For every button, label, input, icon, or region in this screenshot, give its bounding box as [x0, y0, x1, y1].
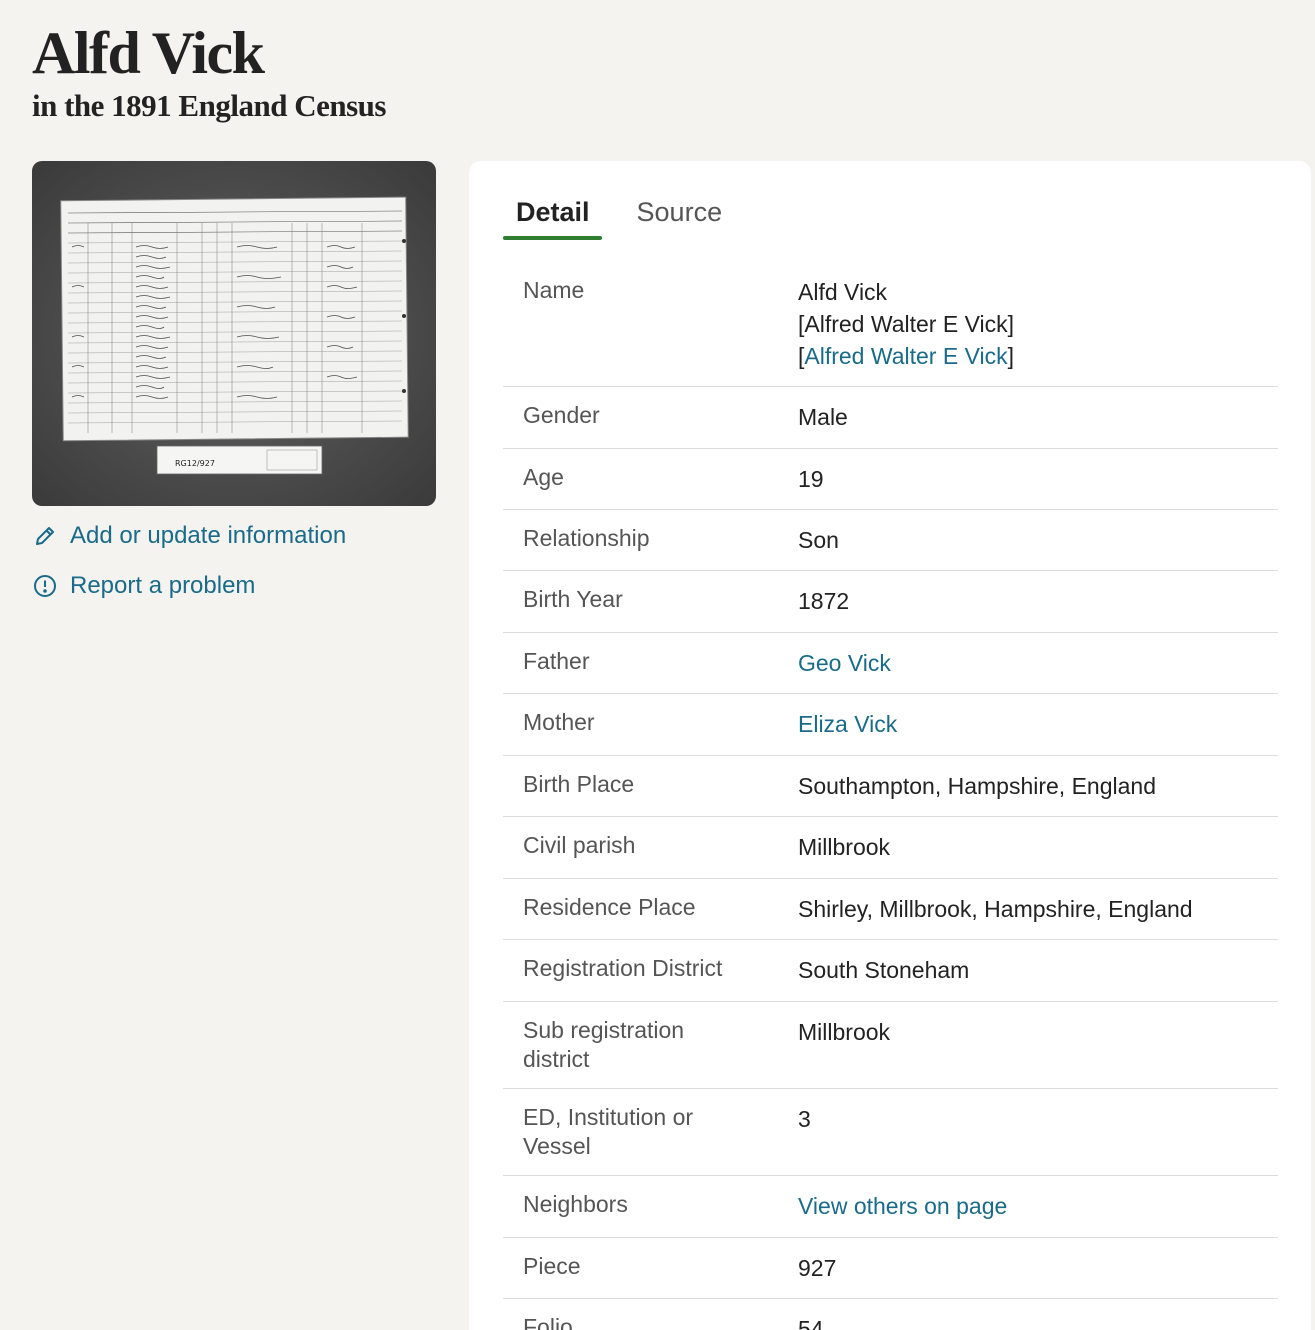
census-page-thumbnail: RG12/927	[60, 196, 409, 475]
detail-value: Eliza Vick	[798, 708, 1278, 755]
detail-label: Gender	[523, 402, 600, 428]
detail-row-age: Age 19	[503, 449, 1278, 510]
detail-row-neighbors: Neighbors View others on page	[503, 1176, 1278, 1238]
detail-value: 54	[798, 1316, 824, 1330]
detail-value: Alfd Vick [Alfred Walter E Vick] [Alfred…	[798, 276, 1278, 386]
detail-list: Name Alfd Vick [Alfred Walter E Vick] [A…	[503, 262, 1278, 1330]
detail-value: Male	[798, 404, 848, 430]
detail-value: Geo Vick	[798, 647, 1278, 693]
detail-row-piece: Piece 927	[503, 1238, 1278, 1299]
add-update-information-link[interactable]: Add or update information	[32, 522, 346, 550]
detail-row-relationship: Relationship Son	[503, 510, 1278, 571]
report-problem-label: Report a problem	[70, 572, 256, 599]
pencil-icon	[32, 523, 58, 549]
detail-label: Neighbors	[523, 1191, 628, 1217]
alert-circle-icon	[32, 573, 58, 599]
detail-label: Piece	[523, 1253, 581, 1279]
detail-row-sub-registration-district: Sub registration district Millbrook	[503, 1002, 1278, 1089]
detail-value: Millbrook	[798, 834, 891, 860]
page-title: Alfd Vick	[32, 20, 265, 86]
detail-row-mother: Mother Eliza Vick	[503, 694, 1278, 756]
alternate-name-link[interactable]: Alfred Walter E Vick	[804, 343, 1007, 369]
detail-row-name: Name Alfd Vick [Alfred Walter E Vick] [A…	[503, 262, 1278, 387]
record-tabs: Detail Source	[503, 197, 734, 240]
page-subtitle: in the 1891 England Census	[32, 88, 386, 123]
detail-label: Age	[523, 464, 564, 490]
name-alternate: [Alfred Walter E Vick]	[798, 311, 1015, 337]
detail-row-birth-year: Birth Year 1872	[503, 571, 1278, 633]
father-link[interactable]: Geo Vick	[798, 650, 891, 676]
detail-row-ed-institution: ED, Institution or Vessel 3	[503, 1089, 1278, 1176]
detail-label: Father	[523, 648, 590, 674]
detail-value: View others on page	[798, 1190, 1278, 1237]
detail-label: ED, Institution or Vessel	[523, 1104, 694, 1159]
detail-row-residence-place: Residence Place Shirley, Millbrook, Hamp…	[503, 879, 1278, 940]
detail-row-civil-parish: Civil parish Millbrook	[503, 817, 1278, 879]
detail-row-registration-district: Registration District South Stoneham	[503, 940, 1278, 1002]
detail-label: Name	[523, 277, 585, 303]
detail-value: South Stoneham	[798, 957, 970, 983]
detail-label: Birth Place	[523, 771, 635, 797]
reference-label: RG12/927	[175, 459, 215, 468]
bracket-close: ]	[1007, 343, 1015, 369]
add-update-information-label: Add or update information	[70, 522, 347, 549]
detail-value: Shirley, Millbrook, Hampshire, England	[798, 896, 1193, 922]
mother-link[interactable]: Eliza Vick	[798, 711, 897, 737]
detail-label: Sub registration district	[523, 1017, 685, 1072]
detail-label: Residence Place	[523, 894, 696, 920]
detail-value: Southampton, Hampshire, England	[798, 773, 1156, 799]
detail-label: Civil parish	[523, 832, 636, 858]
detail-value: 19	[798, 466, 824, 492]
detail-row-father: Father Geo Vick	[503, 633, 1278, 694]
name-alternate-linked: [Alfred Walter E Vick]	[798, 340, 1278, 372]
detail-label: Mother	[523, 709, 595, 735]
record-details-card: Detail Source Name Alfd Vick [Alfred Wal…	[469, 161, 1311, 1330]
detail-label: Folio	[523, 1314, 573, 1330]
tab-source[interactable]: Source	[624, 197, 735, 240]
detail-label: Birth Year	[523, 586, 623, 612]
tab-detail[interactable]: Detail	[503, 197, 602, 240]
report-problem-link[interactable]: Report a problem	[32, 572, 255, 600]
detail-value: 3	[798, 1106, 811, 1132]
census-record-image[interactable]: RG12/927	[32, 161, 436, 506]
detail-row-folio: Folio 54	[503, 1299, 1278, 1330]
name-primary: Alfd Vick	[798, 279, 888, 305]
detail-row-gender: Gender Male	[503, 387, 1278, 449]
detail-value: 927	[798, 1255, 837, 1281]
detail-value: Son	[798, 527, 839, 553]
view-others-on-page-link[interactable]: View others on page	[798, 1193, 1007, 1219]
detail-label: Registration District	[523, 955, 723, 981]
detail-label: Relationship	[523, 525, 650, 551]
detail-value: Millbrook	[798, 1019, 891, 1045]
detail-value: 1872	[798, 588, 850, 614]
detail-row-birth-place: Birth Place Southampton, Hampshire, Engl…	[503, 756, 1278, 817]
